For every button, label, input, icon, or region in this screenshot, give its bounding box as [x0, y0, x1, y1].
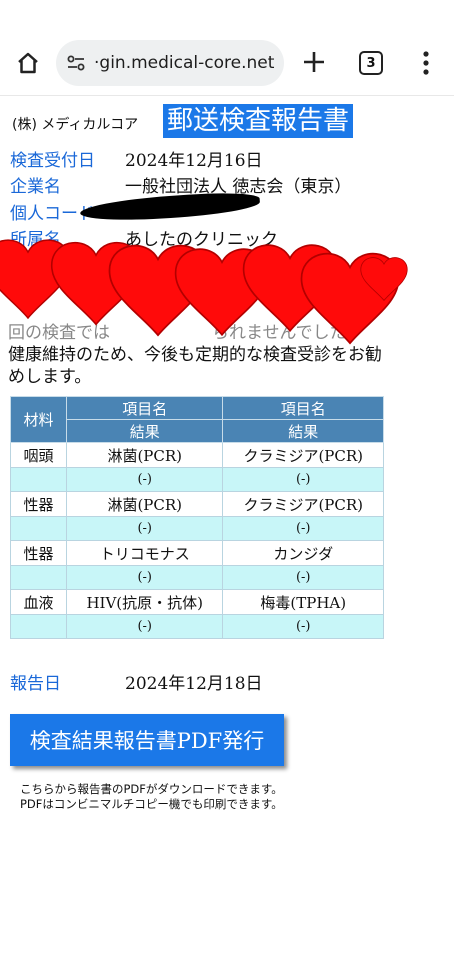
- material-cell: 咽頭: [10, 442, 67, 468]
- material-header: 材料: [10, 396, 67, 443]
- item-cell: 淋菌(PCR): [65, 491, 224, 517]
- status-bar-area: [0, 0, 454, 30]
- notice-line-1: 回の検査では られませんでした。: [8, 323, 364, 343]
- item-cell: クラミジア(PCR): [222, 442, 384, 468]
- pdf-note-line-1: こちらから報告書のPDFがダウンロードできます。: [20, 782, 283, 796]
- browser-toolbar: ·gin.medical-core.net 3: [0, 30, 454, 96]
- item-header-1: 項目名: [65, 396, 224, 420]
- issue-pdf-button[interactable]: 検査結果報告書PDF発行: [10, 714, 284, 766]
- empty-cell: [10, 516, 67, 541]
- reception-date-label: 検査受付日: [10, 151, 95, 171]
- company-name-label: 企業名: [10, 177, 61, 197]
- material-cell: 血液: [10, 589, 67, 615]
- affiliation-row: 所属名 あしたのクリニック: [10, 225, 278, 250]
- item-cell: 淋菌(PCR): [65, 442, 224, 468]
- item-cell: トリコモナス: [65, 540, 224, 566]
- table-row: (-) (-): [10, 614, 384, 639]
- table-row: (-) (-): [10, 516, 384, 541]
- item-cell: クラミジア(PCR): [222, 491, 384, 517]
- result-cell: (-): [65, 565, 224, 590]
- result-cell: (-): [222, 565, 384, 590]
- result-cell: (-): [222, 467, 384, 492]
- item-cell: HIV(抗原・抗体): [65, 589, 224, 615]
- notice-line-2: 健康維持のため、今後も定期的な検査受診をお勧: [8, 345, 382, 365]
- empty-cell: [10, 467, 67, 492]
- pdf-note: こちらから報告書のPDFがダウンロードできます。 PDFはコンビニマルチコピー機…: [20, 782, 283, 812]
- affiliation-label: 所属名: [10, 230, 61, 250]
- page-title: 郵送検査報告書: [163, 104, 354, 138]
- item-header-2: 項目名: [222, 396, 384, 420]
- table-row: 咽頭 淋菌(PCR) クラミジア(PCR): [10, 442, 384, 468]
- result-notice: 回の検査では られませんでした。 健康維持のため、今後も定期的な検査受診をお勧 …: [8, 322, 448, 388]
- report-date-value: 2024年12月18日: [125, 674, 263, 694]
- reception-date-row: 検査受付日 2024年12月16日: [10, 146, 263, 171]
- table-row: 性器 トリコモナス カンジダ: [10, 540, 384, 566]
- table-row: (-) (-): [10, 467, 384, 492]
- item-cell: 梅毒(TPHA): [222, 589, 384, 615]
- honorific-fragment: 様: [244, 259, 258, 275]
- home-icon[interactable]: [10, 45, 46, 81]
- report-date-label: 報告日: [10, 674, 61, 694]
- empty-cell: [10, 565, 67, 590]
- results-table: 材料 項目名 項目名 結果 結果 咽頭 淋菌(PCR) クラミジア(PCR) (…: [10, 396, 384, 639]
- result-cell: (-): [65, 516, 224, 541]
- result-cell: (-): [222, 614, 384, 639]
- notice-line-3: めします。: [8, 367, 92, 387]
- site-settings-icon[interactable]: [66, 53, 86, 73]
- company-label: (株) メディカルコア: [12, 117, 139, 133]
- reception-date-value: 2024年12月16日: [125, 151, 263, 171]
- empty-cell: [10, 614, 67, 639]
- table-row: (-) (-): [10, 565, 384, 590]
- pdf-note-line-2: PDFはコンビニマルチコピー機でも印刷できます。: [20, 797, 283, 811]
- result-cell: (-): [222, 516, 384, 541]
- material-cell: 性器: [10, 540, 67, 566]
- url-text[interactable]: ·gin.medical-core.net: [94, 53, 274, 73]
- report-date-row: 報告日 2024年12月18日: [10, 669, 263, 694]
- more-menu-icon[interactable]: [418, 48, 434, 78]
- result-header-1: 結果: [65, 419, 224, 443]
- result-header-2: 結果: [222, 419, 384, 443]
- tab-count: 3: [366, 55, 376, 71]
- company-row: 企業名 一般社団法人 徳志会（東京）: [10, 172, 351, 197]
- result-cell: (-): [65, 614, 224, 639]
- page-content: (株) メディカルコア 郵送検査報告書 検査受付日 2024年12月16日 企業…: [0, 96, 454, 960]
- item-cell: カンジダ: [222, 540, 384, 566]
- table-row: 血液 HIV(抗原・抗体) 梅毒(TPHA): [10, 589, 384, 615]
- result-cell: (-): [65, 467, 224, 492]
- table-row: 性器 淋菌(PCR) クラミジア(PCR): [10, 491, 384, 517]
- material-cell: 性器: [10, 491, 67, 517]
- plus-icon[interactable]: [298, 46, 330, 78]
- tab-switcher-icon[interactable]: 3: [359, 51, 383, 75]
- address-bar[interactable]: ·gin.medical-core.net: [56, 39, 284, 86]
- affiliation-value: あしたのクリニック: [125, 230, 278, 250]
